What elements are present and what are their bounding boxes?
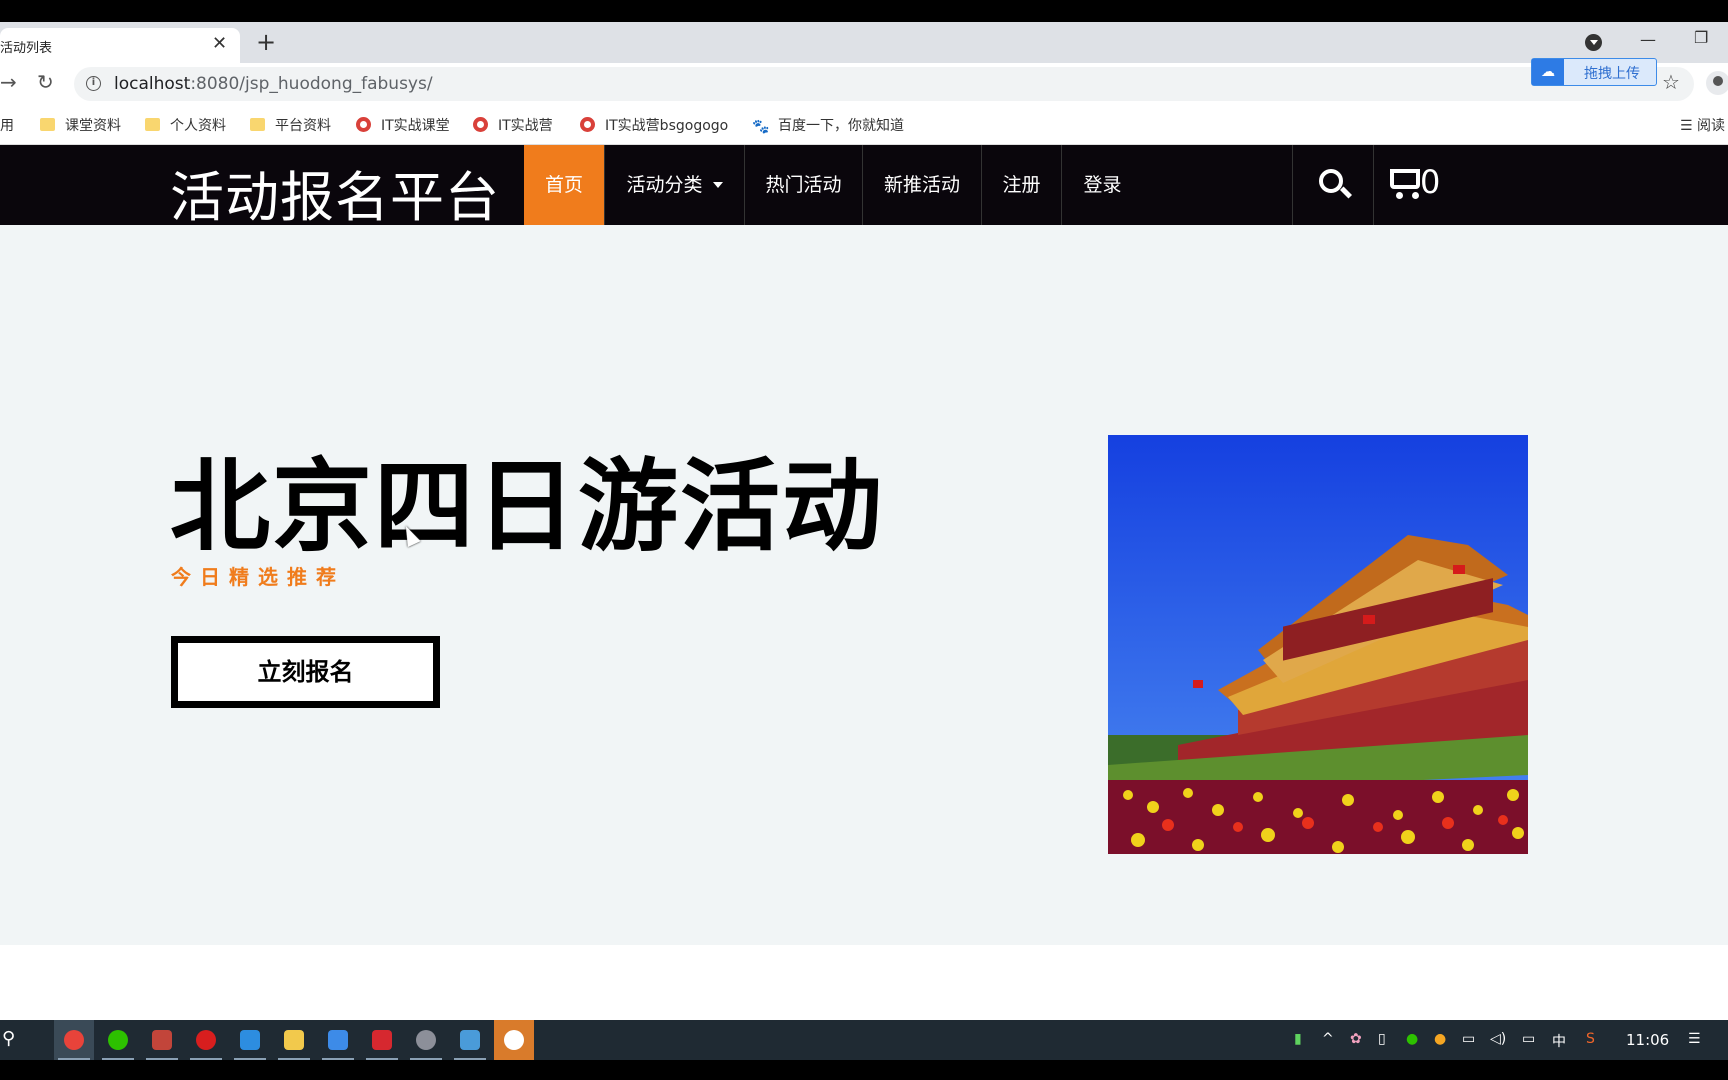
battery-icon[interactable]: ▭ <box>1462 1031 1475 1047</box>
reload-icon[interactable]: ↻ <box>37 70 54 94</box>
folder-icon <box>250 118 265 131</box>
qq-icon[interactable]: ● <box>1434 1031 1446 1047</box>
folder-icon <box>145 118 160 131</box>
folder-icon <box>284 1030 304 1050</box>
forward-icon[interactable]: → <box>0 70 17 94</box>
netease-music-icon <box>196 1030 216 1050</box>
taskbar-app[interactable] <box>142 1020 182 1060</box>
cart-count: 0 <box>1420 163 1441 201</box>
new-tab-icon[interactable]: + <box>256 28 276 56</box>
gear-icon <box>416 1030 436 1050</box>
wechat-tray-icon[interactable]: ● <box>1406 1031 1418 1047</box>
sogou-icon[interactable]: S <box>1586 1031 1595 1047</box>
reading-list-label: 阅读 <box>1697 118 1726 134</box>
wps-icon <box>372 1030 392 1050</box>
taskbar-baidu-netdisk[interactable] <box>318 1020 358 1060</box>
bookmark-link[interactable]: 🐾 百度一下，你就知道 <box>752 115 904 135</box>
url-text[interactable]: localhost:8080/jsp_huodong_fabusys/ <box>114 74 433 94</box>
app-icon <box>152 1030 172 1050</box>
baidu-paw-icon: 🐾 <box>752 119 770 135</box>
profile-menu-icon[interactable] <box>1585 34 1602 51</box>
taskbar-app[interactable] <box>230 1020 270 1060</box>
bookmark-folder[interactable]: 课堂资料 <box>40 115 121 135</box>
recorder-icon <box>504 1030 524 1050</box>
app-icon <box>460 1030 480 1050</box>
app-icon <box>240 1030 260 1050</box>
network-icon[interactable]: ▭ <box>1522 1031 1535 1047</box>
info-icon[interactable]: i <box>86 76 101 91</box>
chrome-icon <box>64 1030 84 1050</box>
notification-icon[interactable]: ☰ <box>1688 1031 1701 1047</box>
nav-new-activities[interactable]: 新推活动 <box>863 145 982 225</box>
hero-title: 北京四日游活动 <box>170 448 884 565</box>
signup-now-button[interactable]: 立刻报名 <box>171 636 440 708</box>
hero-subtitle: 今日精选推荐 <box>171 565 345 589</box>
bookmark-folder[interactable]: 个人资料 <box>145 115 226 135</box>
hero-banner: 北京四日游活动 今日精选推荐 立刻报名 <box>0 225 1728 945</box>
taskbar-explorer[interactable] <box>274 1020 314 1060</box>
search-icon[interactable] <box>1292 145 1374 225</box>
reading-list-button[interactable]: ☰ 阅读 <box>1680 115 1725 135</box>
nav-home[interactable]: 首页 <box>524 145 605 225</box>
os-taskbar: ⚲ ▮ ^ ✿ ▯ ● ● ▭ ◁) ▭ 中 S 11:06 ☰ <box>0 1020 1728 1060</box>
browser-tab[interactable]: 活动列表 ✕ <box>0 28 240 63</box>
nav-register[interactable]: 注册 <box>982 145 1062 225</box>
restore-icon[interactable]: ❐ <box>1694 28 1708 47</box>
wechat-icon <box>108 1030 128 1050</box>
bookmark-folder[interactable]: 平台资料 <box>250 115 331 135</box>
cloud-icon: ☁ <box>1532 59 1564 85</box>
reading-list-icon: ☰ <box>1680 118 1693 134</box>
taskbar-music[interactable] <box>186 1020 226 1060</box>
volume-icon[interactable]: ◁) <box>1490 1031 1506 1047</box>
taskbar-app[interactable] <box>450 1020 490 1060</box>
site-logo[interactable]: 活动报名平台 <box>170 153 500 232</box>
taskbar-wps[interactable] <box>362 1020 402 1060</box>
bookmark-link[interactable]: IT实战营 <box>473 115 553 135</box>
cloud-icon <box>328 1030 348 1050</box>
search-icon[interactable]: ⚲ <box>2 1028 15 1049</box>
tab-title: 活动列表 <box>0 41 53 56</box>
browser-toolbar: → ↻ i localhost:8080/jsp_huodong_fabusys… <box>0 63 1728 105</box>
ime-indicator[interactable]: 中 <box>1552 1031 1566 1051</box>
site-header: 活动报名平台 首页 活动分类 热门活动 新推活动 注册 登录 0 <box>0 145 1728 229</box>
nav-login[interactable]: 登录 <box>1062 145 1143 225</box>
bookmark-apps[interactable]: 应用 <box>0 115 14 135</box>
nav-hot-activities[interactable]: 热门活动 <box>745 145 863 225</box>
upload-label: 拖拽上传 <box>1584 66 1640 82</box>
taskbar-recorder[interactable] <box>494 1020 534 1060</box>
cart-icon <box>1390 169 1420 189</box>
taskbar-settings[interactable] <box>406 1020 446 1060</box>
bookmarks-bar: 应用 课堂资料 个人资料 平台资料 IT实战课堂 IT实战营 IT实战营bsgo… <box>0 105 1728 145</box>
account-avatar-icon[interactable] <box>1706 71 1728 95</box>
app-tray-icon[interactable]: ✿ <box>1350 1031 1362 1047</box>
chevron-up-icon[interactable]: ^ <box>1322 1031 1334 1047</box>
minimize-icon[interactable]: — <box>1640 30 1656 49</box>
close-icon[interactable]: ✕ <box>212 33 227 54</box>
tiananmen-image <box>1108 435 1528 854</box>
upload-extension-button[interactable]: ☁ 拖拽上传 <box>1531 58 1657 86</box>
battery-saver-icon[interactable]: ▮ <box>1294 1031 1302 1047</box>
bookmark-star-icon[interactable]: ☆ <box>1662 70 1680 94</box>
screen-bottom-border <box>0 1060 1728 1080</box>
address-bar[interactable]: i localhost:8080/jsp_huodong_fabusys/ <box>74 67 1694 101</box>
chrome-icon <box>356 117 371 132</box>
taskbar-clock[interactable]: 11:06 <box>1626 1031 1669 1049</box>
page-below-hero <box>0 945 1728 1020</box>
folder-icon <box>40 118 55 131</box>
bookmark-link[interactable]: IT实战营bsgogogo <box>580 115 728 135</box>
chrome-icon <box>580 117 595 132</box>
browser-tab-strip: 活动列表 ✕ + — ❐ <box>0 22 1728 63</box>
nav-category-dropdown[interactable]: 活动分类 <box>605 145 745 225</box>
caret-down-icon <box>712 182 723 188</box>
microphone-icon[interactable]: ▯ <box>1378 1031 1386 1047</box>
bookmark-link[interactable]: IT实战课堂 <box>356 115 450 135</box>
chrome-icon <box>473 117 488 132</box>
taskbar-chrome[interactable] <box>54 1020 94 1060</box>
taskbar-wechat[interactable] <box>98 1020 138 1060</box>
screen-top-border <box>0 0 1728 22</box>
